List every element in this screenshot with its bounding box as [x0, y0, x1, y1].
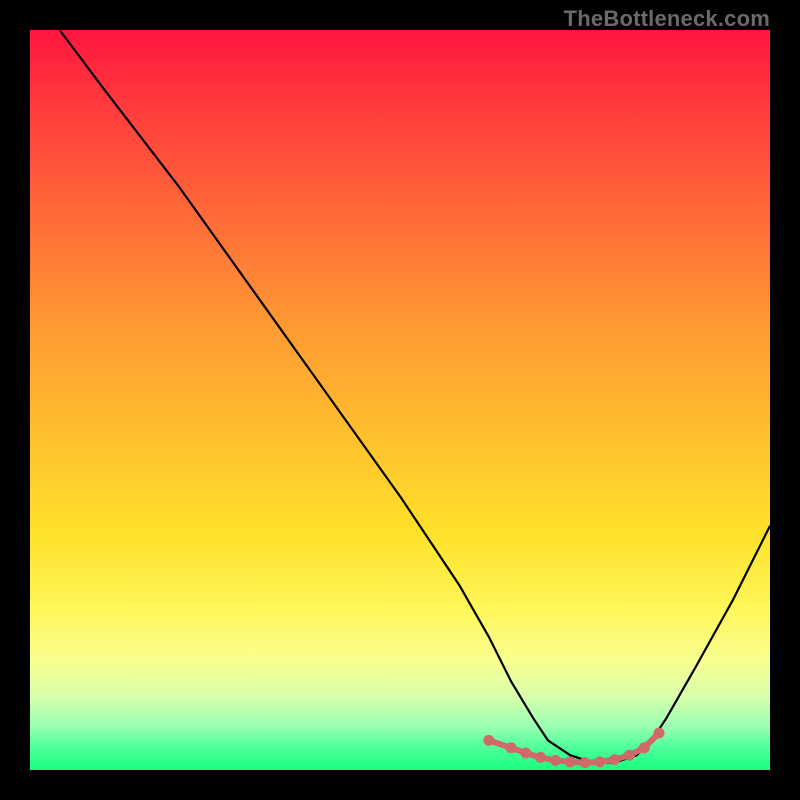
optimal-range-dot: [654, 728, 665, 739]
optimal-range-markers: [483, 728, 664, 769]
bottleneck-curve: [60, 30, 770, 763]
optimal-range-dot: [594, 756, 605, 767]
optimal-range-dot: [565, 756, 576, 767]
watermark-text: TheBottleneck.com: [564, 6, 770, 32]
optimal-range-dot: [624, 750, 635, 761]
chart-svg: [30, 30, 770, 770]
optimal-range-dot: [535, 752, 546, 763]
plot-area: [30, 30, 770, 770]
optimal-range-dot: [506, 742, 517, 753]
optimal-range-dot: [609, 754, 620, 765]
optimal-range-dot: [580, 757, 591, 768]
optimal-range-dot: [520, 748, 531, 759]
optimal-range-dot: [483, 735, 494, 746]
optimal-range-dot: [639, 742, 650, 753]
optimal-range-dot: [550, 755, 561, 766]
chart-container: TheBottleneck.com: [0, 0, 800, 800]
optimal-range-line: [489, 733, 659, 763]
